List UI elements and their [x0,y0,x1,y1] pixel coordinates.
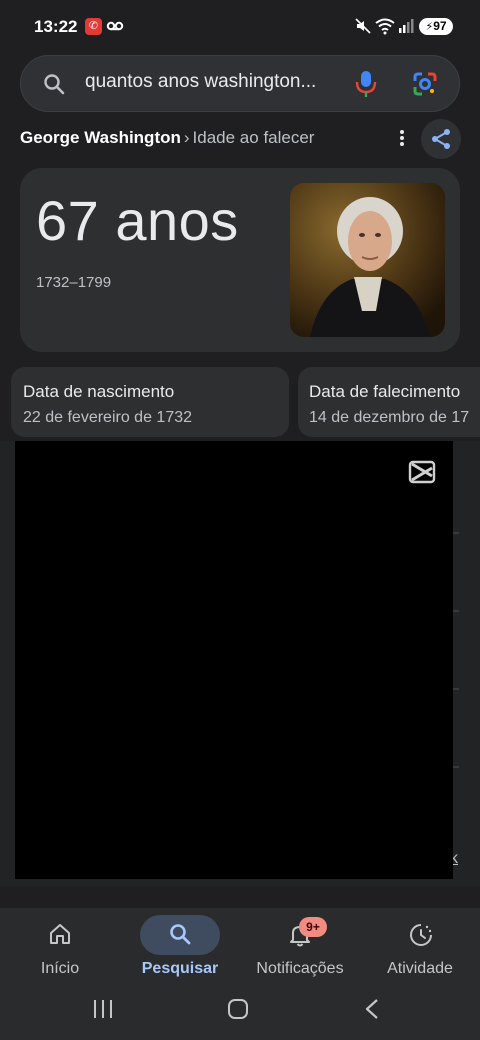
mute-icon [355,18,371,34]
search-icon[interactable] [42,72,66,96]
answer-years: 1732–1799 [36,274,112,291]
fact-title-birth: Data de nascimento [23,382,175,401]
share-icon [432,129,450,149]
more-options-icon[interactable] [398,128,406,148]
fact-title-death: Data de falecimento [309,382,461,401]
wifi-icon [375,18,395,35]
search-icon[interactable] [168,922,192,946]
breadcrumb[interactable]: George Washington › Idade ao falecer [20,128,314,148]
nav-label-activity[interactable]: Atividade [360,960,480,978]
back-icon[interactable] [362,997,382,1021]
video-overlay [15,441,453,879]
nav-label-notifications[interactable]: Notificações [240,960,360,978]
clock: 13:22 [34,17,78,36]
voicemail-icon [106,21,124,31]
divider [453,766,459,768]
divider [453,532,459,534]
answer-age: 67 anos [36,189,239,252]
share-button[interactable] [421,119,461,159]
breadcrumb-attribute: Idade ao falecer [192,128,315,147]
fact-value-death: 14 de dezembro de 17 [309,409,470,426]
search-query[interactable]: quantos anos washington... [85,71,316,93]
battery-level: 97 [433,19,447,33]
divider [453,688,459,690]
home-icon[interactable] [48,922,72,946]
home-button-icon[interactable] [226,997,250,1021]
portrait-image[interactable] [290,183,445,337]
signal-icon [399,19,414,33]
nav-label-search[interactable]: Pesquisar [120,960,240,978]
notifications-badge: 9+ [299,917,327,937]
divider [453,610,459,612]
fact-value-birth: 22 de fevereiro de 1732 [23,409,193,426]
breadcrumb-separator: › [183,128,190,147]
battery-indicator: ⚡97 [419,18,453,35]
nav-label-home[interactable]: Início [0,960,120,978]
microphone-icon[interactable] [355,70,377,98]
app-notification-icon: ✆ [85,18,102,35]
capcut-logo-icon [408,460,436,484]
google-lens-icon[interactable] [412,71,438,97]
breadcrumb-entity[interactable]: George Washington [20,128,181,147]
activity-icon[interactable] [408,922,434,948]
recent-apps-icon[interactable] [92,997,114,1021]
